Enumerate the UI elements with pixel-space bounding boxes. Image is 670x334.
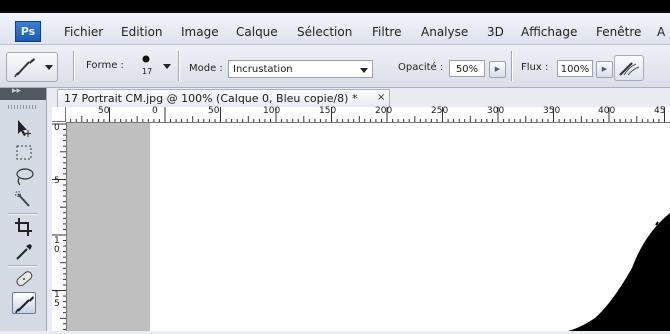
menu-bar: Ps Fichier Edition Image Calque Sélectio… bbox=[0, 13, 670, 45]
ruler-h-label: 50 bbox=[208, 106, 220, 116]
ruler-v-label: 0 bbox=[54, 123, 60, 133]
healing-brush-tool[interactable] bbox=[12, 268, 36, 290]
flux-slider-button[interactable]: ▶ bbox=[596, 61, 613, 78]
flux-field[interactable]: 100% bbox=[557, 60, 593, 77]
horizontal-ruler[interactable]: 50 0 50 100 150 200 250 300 350 400 45 bbox=[52, 106, 670, 123]
ruler-h-label: 45 bbox=[654, 106, 666, 116]
quick-selection-tool-icon bbox=[15, 191, 30, 207]
ruler-origin[interactable] bbox=[52, 107, 66, 122]
ruler-h-label: 200 bbox=[375, 106, 393, 116]
document-tab[interactable]: 17 Portrait CM.jpg @ 100% (Calque 0, Ble… bbox=[57, 89, 390, 107]
mode-label: Mode : bbox=[189, 63, 223, 74]
menu-affichage[interactable]: Affichage bbox=[521, 25, 577, 39]
brush-tool-icon bbox=[15, 296, 34, 314]
forme-label: Forme : bbox=[86, 60, 124, 71]
chevron-down-icon[interactable] bbox=[163, 64, 171, 69]
image-content bbox=[568, 213, 670, 331]
menu-edition[interactable]: Edition bbox=[121, 25, 163, 39]
quick-selection-tool[interactable] bbox=[12, 189, 36, 211]
ruler-h-label: 400 bbox=[598, 106, 616, 116]
tools-panel: ▸▸ bbox=[0, 86, 47, 331]
brush-tool[interactable] bbox=[12, 292, 36, 314]
opacite-field[interactable]: 50% bbox=[449, 60, 485, 77]
menu-filtre[interactable]: Filtre bbox=[372, 25, 401, 39]
crop-tool-icon bbox=[15, 218, 32, 236]
eyedropper-tool[interactable] bbox=[12, 240, 36, 262]
photoshop-logo[interactable]: Ps bbox=[15, 21, 41, 42]
close-icon[interactable]: × bbox=[377, 92, 385, 103]
pasteboard-area[interactable] bbox=[67, 123, 150, 331]
options-bar: Forme : 17 Mode : Incrustation Opacité :… bbox=[0, 45, 670, 88]
menu-fichier[interactable]: Fichier bbox=[64, 25, 103, 39]
ruler-h-label: 150 bbox=[319, 106, 337, 116]
ruler-h-label: 350 bbox=[543, 106, 561, 116]
ruler-h-label: 100 bbox=[263, 106, 281, 116]
airbrush-toggle[interactable] bbox=[614, 55, 644, 81]
brush-tip-icon bbox=[142, 55, 150, 63]
vertical-ruler[interactable]: 0 5 1 0 1 5 bbox=[52, 122, 67, 331]
move-tool-icon bbox=[18, 120, 31, 137]
ruler-v-label: 5 bbox=[54, 299, 60, 309]
opacite-label: Opacité : bbox=[398, 62, 444, 73]
menu-3d[interactable]: 3D bbox=[487, 25, 504, 39]
marquee-tool-icon bbox=[16, 145, 32, 160]
document-tab-title: 17 Portrait CM.jpg @ 100% (Calque 0, Ble… bbox=[64, 92, 358, 105]
brush-size-value: 17 bbox=[142, 67, 153, 76]
tools-panel-grip[interactable] bbox=[8, 105, 38, 109]
lasso-tool-icon bbox=[16, 168, 34, 186]
healing-brush-tool-icon bbox=[16, 271, 33, 287]
ruler-h-label: 300 bbox=[487, 106, 505, 116]
mode-select[interactable]: Incrustation bbox=[228, 60, 373, 78]
brush-size-picker[interactable]: 17 bbox=[134, 53, 156, 81]
horizontal-ruler-ticks bbox=[53, 107, 665, 122]
document-canvas[interactable] bbox=[150, 123, 670, 331]
ruler-h-label: 0 bbox=[152, 106, 158, 116]
chevron-down-icon bbox=[360, 68, 368, 73]
ruler-v-label: 0 bbox=[54, 245, 60, 255]
ruler-v-label: 5 bbox=[54, 176, 60, 186]
move-tool[interactable] bbox=[12, 117, 36, 139]
tool-preset-picker[interactable] bbox=[6, 52, 58, 82]
brush-preset-icon bbox=[14, 58, 53, 78]
lasso-tool[interactable] bbox=[12, 165, 36, 187]
expand-icon[interactable]: ▸▸ bbox=[12, 86, 21, 96]
menu-image[interactable]: Image bbox=[181, 25, 219, 39]
opacite-slider-button[interactable]: ▶ bbox=[489, 61, 506, 78]
menu-selection[interactable]: Sélection bbox=[297, 25, 352, 39]
tools-panel-header[interactable]: ▸▸ bbox=[0, 86, 46, 100]
window-top-strip bbox=[0, 0, 670, 13]
airbrush-icon bbox=[619, 62, 640, 76]
mode-value: Incrustation bbox=[233, 64, 293, 75]
menu-fenetre[interactable]: Fenêtre bbox=[596, 25, 641, 39]
ruler-h-label: 50 bbox=[98, 106, 110, 116]
eyedropper-tool-icon bbox=[16, 244, 32, 260]
ruler-h-label: 250 bbox=[431, 106, 449, 116]
flux-label: Flux : bbox=[521, 62, 549, 73]
crop-tool[interactable] bbox=[12, 216, 36, 238]
menu-aide[interactable]: A bbox=[657, 25, 665, 39]
menu-calque[interactable]: Calque bbox=[236, 25, 278, 39]
marquee-tool[interactable] bbox=[12, 142, 36, 164]
menu-analyse[interactable]: Analyse bbox=[421, 25, 468, 39]
